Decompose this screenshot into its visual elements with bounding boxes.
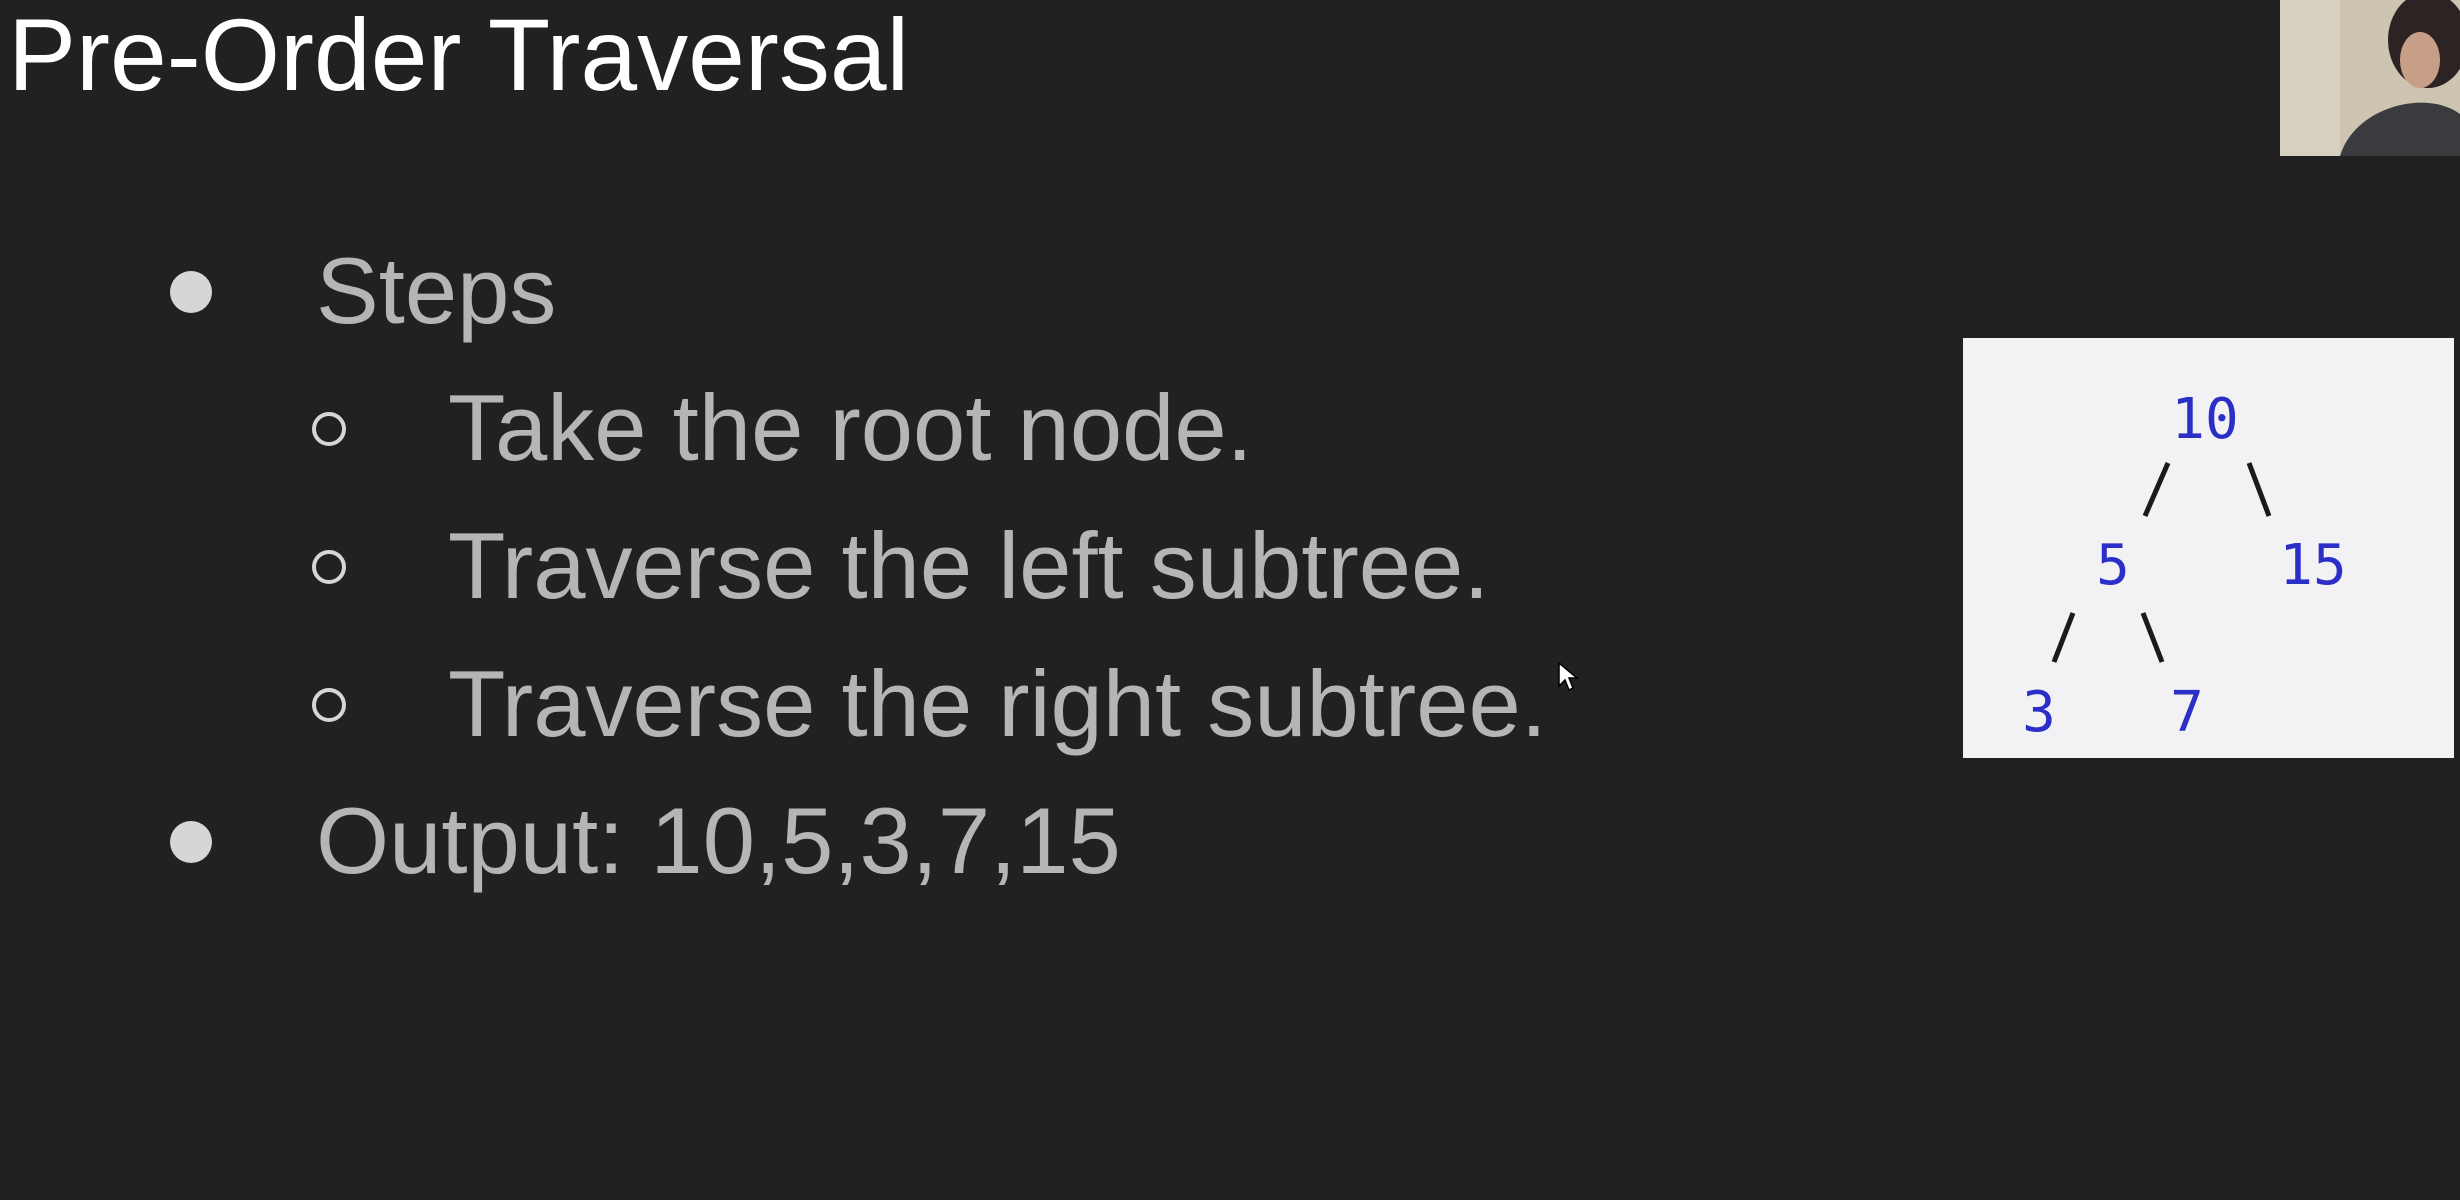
mouse-pointer-icon: [1558, 662, 1580, 692]
tree-node-left: 5: [2096, 533, 2130, 598]
slide-title: Pre-Order Traversal: [8, 0, 910, 112]
tree-node-left-right: 7: [2170, 680, 2204, 745]
binary-tree-diagram: 10 5 15 3 7: [1963, 338, 2454, 758]
tree-edge: [2051, 612, 2076, 663]
hollow-circle-bullet-icon: [312, 688, 346, 723]
sub-bullet-item-take-root: Take the root node.: [312, 381, 1253, 475]
presenter-video-icon: [2280, 0, 2460, 156]
sub-bullet-label: Take the root node.: [448, 375, 1253, 480]
tree-node-right: 15: [2279, 533, 2346, 598]
filled-circle-bullet-icon: [170, 821, 212, 864]
hollow-circle-bullet-icon: [312, 412, 346, 447]
sub-bullet-item-traverse-right: Traverse the right subtree.: [312, 657, 1547, 751]
slide: Pre-Order Traversal Steps Take the root …: [0, 0, 2460, 1200]
bullet-item-output: Output: 10,5,3,7,15: [170, 794, 1121, 888]
tree-edge: [2142, 462, 2171, 517]
bullet-label: Output: 10,5,3,7,15: [316, 788, 1121, 893]
sub-bullet-label: Traverse the right subtree.: [448, 651, 1547, 756]
bullet-label: Steps: [316, 238, 557, 343]
sub-bullet-label: Traverse the left subtree.: [448, 513, 1490, 618]
sub-bullet-item-traverse-left: Traverse the left subtree.: [312, 519, 1489, 613]
webcam-thumbnail: [2280, 0, 2460, 156]
tree-node-root: 10: [2171, 387, 2238, 452]
filled-circle-bullet-icon: [170, 271, 212, 314]
tree-edge: [2246, 462, 2272, 517]
bullet-item-steps: Steps: [170, 244, 556, 338]
hollow-circle-bullet-icon: [312, 550, 346, 585]
tree-node-left-left: 3: [2022, 680, 2056, 745]
binary-tree-svg: 10 5 15 3 7: [2022, 387, 2347, 745]
tree-edge: [2140, 612, 2165, 663]
